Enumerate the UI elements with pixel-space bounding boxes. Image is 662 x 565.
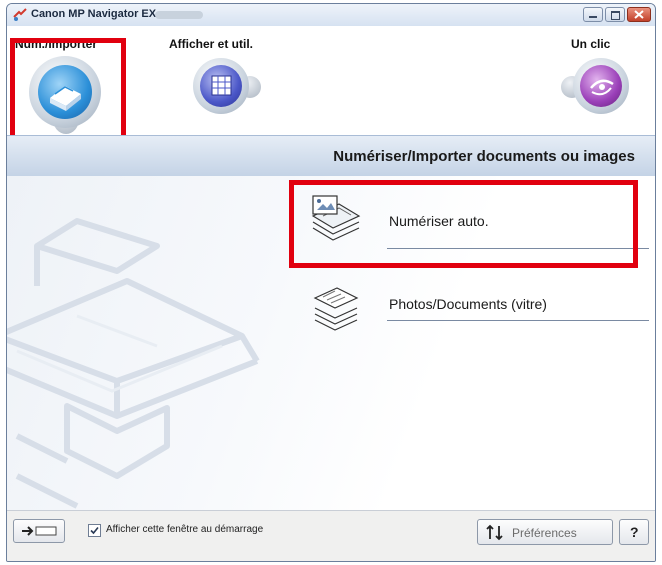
mode-scan-import[interactable]: Num./Importer xyxy=(7,26,127,169)
maximize-icon xyxy=(611,11,620,20)
preferences-label: Préférences xyxy=(512,526,577,540)
mode-toolbar: Num./Importer Afficher et util. Un clic xyxy=(7,26,655,169)
arrow-right-icon xyxy=(22,526,57,536)
minimize-button[interactable] xyxy=(583,7,603,22)
auto-scan-highlight xyxy=(289,180,638,268)
section-header: Numériser/Importer documents ou images xyxy=(7,135,655,177)
title-redacted xyxy=(155,11,203,19)
title-bar: Canon MP Navigator EX xyxy=(7,4,655,27)
mode-label-one-click: Un clic xyxy=(571,37,611,51)
photos-documents-underline xyxy=(387,320,649,321)
grid-view-icon xyxy=(187,58,267,118)
startup-checkbox[interactable] xyxy=(88,524,101,537)
photos-documents-label: Photos/Documents (vitre) xyxy=(389,296,547,312)
mode-view-use[interactable]: Afficher et util. xyxy=(157,26,277,136)
main-content: Numériser auto. Photos/Documents (vitre) xyxy=(7,176,655,510)
window-title: Canon MP Navigator EX xyxy=(31,8,157,20)
scanner-illustration xyxy=(7,218,260,509)
section-title: Numériser/Importer documents ou images xyxy=(333,148,635,165)
help-icon: ? xyxy=(630,524,639,540)
toggle-view-button[interactable] xyxy=(13,519,65,543)
one-click-icon xyxy=(561,58,641,118)
mode-one-click[interactable]: Un clic xyxy=(537,26,655,136)
checkmark-icon xyxy=(90,526,99,535)
close-button[interactable] xyxy=(627,7,651,22)
photos-documents-icon xyxy=(313,287,359,331)
preferences-button[interactable]: Préférences xyxy=(477,519,613,545)
minimize-icon xyxy=(589,16,597,18)
footer-bar: Afficher cette fenêtre au démarrage Préf… xyxy=(7,510,655,561)
help-button[interactable]: ? xyxy=(619,519,649,545)
maximize-button[interactable] xyxy=(605,7,625,22)
close-icon xyxy=(634,10,644,19)
preferences-icon xyxy=(486,524,503,541)
app-window: Canon MP Navigator EX Num./Importer Affi… xyxy=(6,3,656,562)
photos-documents-option[interactable]: Photos/Documents (vitre) xyxy=(297,276,649,356)
app-icon xyxy=(13,8,27,21)
mode-label-view-use: Afficher et util. xyxy=(169,37,254,51)
startup-checkbox-label: Afficher cette fenêtre au démarrage xyxy=(106,524,264,535)
